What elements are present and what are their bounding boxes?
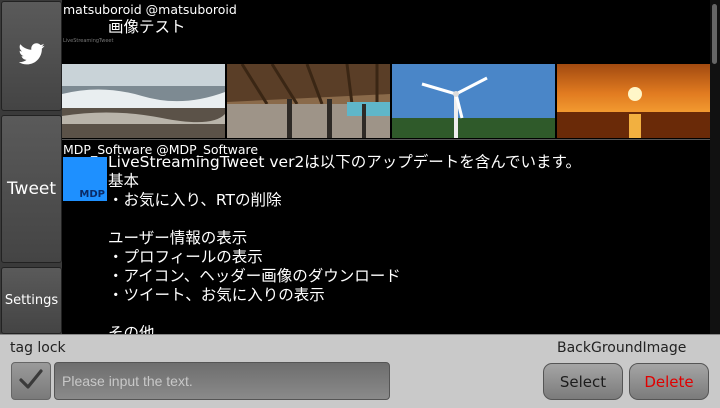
select-button-label: Select bbox=[559, 372, 607, 391]
scrollbar-thumb[interactable] bbox=[712, 4, 717, 64]
bottom-bar: tag lock BackGroundImage Select Delete bbox=[0, 334, 720, 408]
settings-button[interactable]: Settings bbox=[1, 267, 62, 334]
sunset-sea-photo[interactable] bbox=[557, 64, 710, 138]
tweet-author: matsuboroid @matsuboroid bbox=[63, 2, 237, 17]
tag-lock-checkbox[interactable] bbox=[11, 362, 51, 400]
tweet-text: 画像テスト bbox=[108, 18, 186, 36]
settings-button-label: Settings bbox=[4, 293, 59, 308]
wind-turbine-photo[interactable] bbox=[392, 64, 555, 138]
sidebar: Tweet Settings bbox=[0, 0, 62, 334]
delete-button-label: Delete bbox=[644, 372, 694, 391]
select-button[interactable]: Select bbox=[543, 363, 623, 400]
tag-lock-label: tag lock bbox=[10, 340, 66, 356]
delete-button[interactable]: Delete bbox=[629, 363, 709, 400]
tweet-text: LiveStreamingTweet ver2は以下のアップデートを含んでいます… bbox=[108, 153, 581, 334]
checkmark-icon bbox=[19, 368, 43, 394]
twitter-button[interactable] bbox=[1, 1, 62, 111]
tweet-text-input[interactable] bbox=[54, 362, 390, 400]
tweet-item[interactable]: matsuboroid @matsuboroid LiveStreamingTw… bbox=[62, 0, 710, 140]
pier-underside-photo[interactable] bbox=[227, 64, 390, 138]
avatar: LiveStreamingTweet bbox=[63, 38, 114, 44]
timeline-scrollbar[interactable] bbox=[710, 0, 720, 334]
tweet-item[interactable]: MDP_Software @MDP_Software MDP LiveStrea… bbox=[62, 140, 710, 334]
avatar-label: MDP bbox=[79, 189, 105, 200]
timeline[interactable]: matsuboroid @matsuboroid LiveStreamingTw… bbox=[62, 0, 710, 334]
beach-waves-photo[interactable] bbox=[62, 64, 225, 138]
background-image-label: BackGroundImage bbox=[557, 340, 687, 356]
tweet-button[interactable]: Tweet bbox=[1, 115, 62, 263]
tweet-button-label: Tweet bbox=[6, 179, 57, 199]
twitter-bird-icon bbox=[18, 43, 45, 69]
avatar[interactable]: MDP bbox=[63, 157, 107, 201]
